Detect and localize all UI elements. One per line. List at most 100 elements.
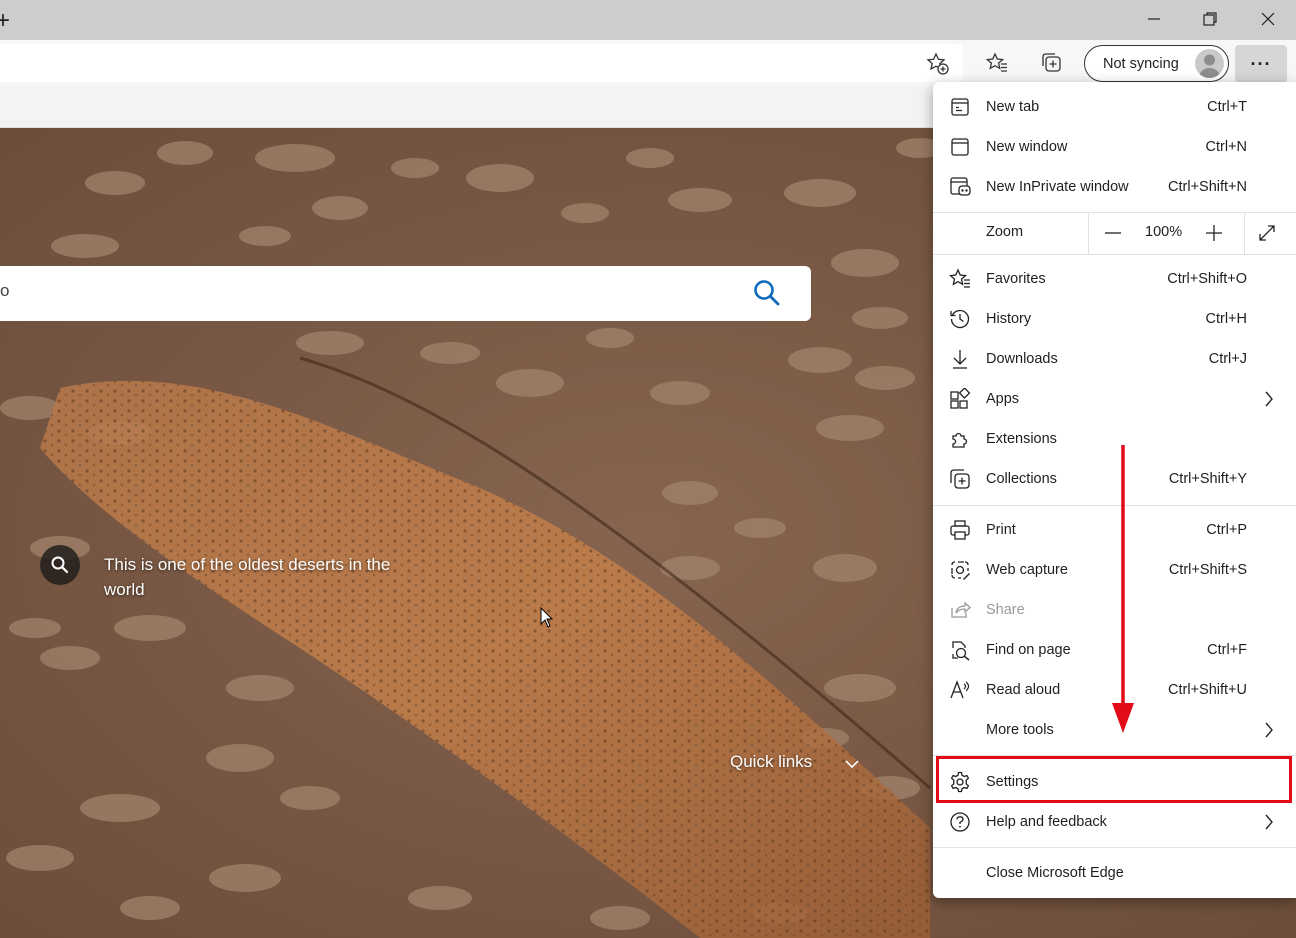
plus-icon bbox=[1206, 225, 1222, 241]
settings-highlight-box bbox=[936, 756, 1292, 803]
read-aloud-icon bbox=[949, 679, 971, 701]
menu-item-label: Close Microsoft Edge bbox=[986, 865, 1124, 881]
chevron-right-icon bbox=[1264, 722, 1274, 743]
menu-item-label: Help and feedback bbox=[986, 814, 1107, 830]
menu-item-label: Web capture bbox=[986, 562, 1068, 578]
search-icon bbox=[51, 556, 69, 574]
menu-item-shortcut: Ctrl+Shift+O bbox=[1167, 271, 1247, 287]
menu-item-label: Downloads bbox=[986, 351, 1058, 367]
menu-divider bbox=[933, 847, 1296, 848]
history-icon bbox=[949, 308, 971, 330]
favorites-button[interactable] bbox=[980, 46, 1014, 80]
menu-item-shortcut: Ctrl+T bbox=[1207, 99, 1247, 115]
menu-item-label: Print bbox=[986, 522, 1016, 538]
download-icon bbox=[949, 348, 971, 370]
inprivate-icon bbox=[949, 176, 971, 198]
menu-item-label: New tab bbox=[986, 99, 1040, 115]
menu-item-new-inprivate-window[interactable]: New InPrivate window Ctrl+Shift+N bbox=[933, 167, 1296, 207]
image-caption[interactable]: This is one of the oldest deserts in the… bbox=[104, 552, 414, 602]
collections-button[interactable] bbox=[1035, 46, 1069, 80]
collections-icon bbox=[949, 468, 971, 490]
new-tab-icon bbox=[949, 96, 971, 118]
favorites-icon bbox=[949, 268, 971, 290]
address-bar[interactable] bbox=[0, 44, 963, 82]
menu-item-shortcut: Ctrl+J bbox=[1208, 351, 1247, 367]
help-icon bbox=[949, 811, 971, 833]
chevron-right-icon bbox=[1264, 391, 1274, 412]
menu-item-shortcut: Ctrl+P bbox=[1206, 522, 1247, 538]
chevron-down-icon bbox=[845, 760, 859, 769]
collections-icon bbox=[1042, 53, 1061, 72]
zoom-divider bbox=[1244, 212, 1245, 254]
toolbar: Not syncing ··· bbox=[0, 40, 1296, 86]
menu-item-new-window[interactable]: New window Ctrl+N bbox=[933, 127, 1296, 167]
menu-item-label: Find on page bbox=[986, 642, 1071, 658]
menu-item-new-tab[interactable]: New tab Ctrl+T bbox=[933, 87, 1296, 127]
add-favorite-button[interactable] bbox=[920, 46, 954, 80]
menu-item-history[interactable]: History Ctrl+H bbox=[933, 299, 1296, 339]
new-tab-button[interactable]: + bbox=[0, 7, 10, 35]
image-info-button[interactable] bbox=[40, 545, 80, 585]
restore-button[interactable] bbox=[1182, 0, 1238, 38]
menu-item-shortcut: Ctrl+N bbox=[1205, 139, 1248, 155]
menu-item-label: Favorites bbox=[986, 271, 1046, 287]
menu-item-close-microsoft-edge[interactable]: Close Microsoft Edge bbox=[933, 853, 1296, 893]
close-button[interactable] bbox=[1240, 0, 1296, 38]
new-window-icon bbox=[949, 136, 971, 158]
search-input-text: o bbox=[0, 281, 10, 300]
zoom-label: Zoom bbox=[986, 224, 1024, 240]
chevron-right-icon bbox=[1264, 814, 1274, 835]
menu-item-label: New window bbox=[986, 139, 1068, 155]
menu-item-label: More tools bbox=[986, 722, 1054, 738]
menu-item-help-and-feedback[interactable]: Help and feedback bbox=[933, 802, 1296, 842]
minimize-icon bbox=[1148, 18, 1160, 20]
fullscreen-button[interactable] bbox=[1257, 223, 1279, 243]
menu-item-label: New InPrivate window bbox=[986, 179, 1129, 195]
search-button[interactable] bbox=[752, 278, 782, 313]
minimize-button[interactable] bbox=[1126, 0, 1182, 38]
title-bar: + bbox=[0, 0, 1296, 40]
fullscreen-icon bbox=[1259, 225, 1275, 241]
quick-links-label[interactable]: Quick links bbox=[730, 752, 812, 772]
profile-sync-button[interactable]: Not syncing bbox=[1084, 45, 1229, 82]
menu-item-favorites[interactable]: Favorites Ctrl+Shift+O bbox=[933, 259, 1296, 299]
menu-item-shortcut: Ctrl+Shift+N bbox=[1168, 179, 1247, 195]
menu-item-label: History bbox=[986, 311, 1032, 327]
menu-item-shortcut: Ctrl+Shift+U bbox=[1168, 682, 1247, 698]
menu-item-label: Extensions bbox=[986, 431, 1057, 447]
web-capture-icon bbox=[949, 559, 971, 581]
menu-item-shortcut: Ctrl+Shift+S bbox=[1168, 562, 1247, 578]
print-icon bbox=[949, 519, 971, 541]
menu-item-label: Read aloud bbox=[986, 682, 1061, 698]
menu-item-shortcut: Ctrl+Shift+Y bbox=[1168, 471, 1247, 487]
zoom-out-button[interactable] bbox=[1103, 224, 1127, 242]
zoom-in-button[interactable] bbox=[1204, 223, 1228, 243]
share-icon bbox=[949, 599, 971, 621]
favorites-icon bbox=[985, 52, 1007, 72]
mouse-cursor-icon bbox=[540, 607, 554, 628]
extensions-icon bbox=[949, 428, 971, 450]
menu-item-label: Share bbox=[986, 602, 1025, 618]
zoom-divider bbox=[1088, 212, 1089, 254]
zoom-value: 100% bbox=[1145, 224, 1183, 240]
menu-item-label: Apps bbox=[986, 391, 1020, 407]
menu-item-apps[interactable]: Apps bbox=[933, 379, 1296, 419]
avatar bbox=[1195, 49, 1224, 78]
find-icon bbox=[949, 639, 971, 661]
annotation-arrow-icon bbox=[1112, 445, 1134, 733]
web-search-box[interactable]: o bbox=[0, 266, 811, 321]
menu-item-downloads[interactable]: Downloads Ctrl+J bbox=[933, 339, 1296, 379]
close-icon bbox=[1261, 12, 1275, 26]
minus-icon bbox=[1105, 232, 1121, 234]
zoom-row: Zoom 100% bbox=[933, 212, 1296, 254]
menu-item-shortcut: Ctrl+F bbox=[1207, 642, 1247, 658]
apps-icon bbox=[949, 388, 971, 410]
settings-and-more-button[interactable]: ··· bbox=[1235, 45, 1287, 83]
restore-icon bbox=[1203, 12, 1217, 26]
add-favorite-icon bbox=[926, 52, 949, 75]
profile-icon bbox=[1199, 54, 1220, 78]
menu-divider bbox=[933, 254, 1296, 255]
menu-item-shortcut: Ctrl+H bbox=[1205, 311, 1248, 327]
quick-links-toggle[interactable] bbox=[836, 748, 868, 780]
search-icon bbox=[754, 280, 780, 306]
